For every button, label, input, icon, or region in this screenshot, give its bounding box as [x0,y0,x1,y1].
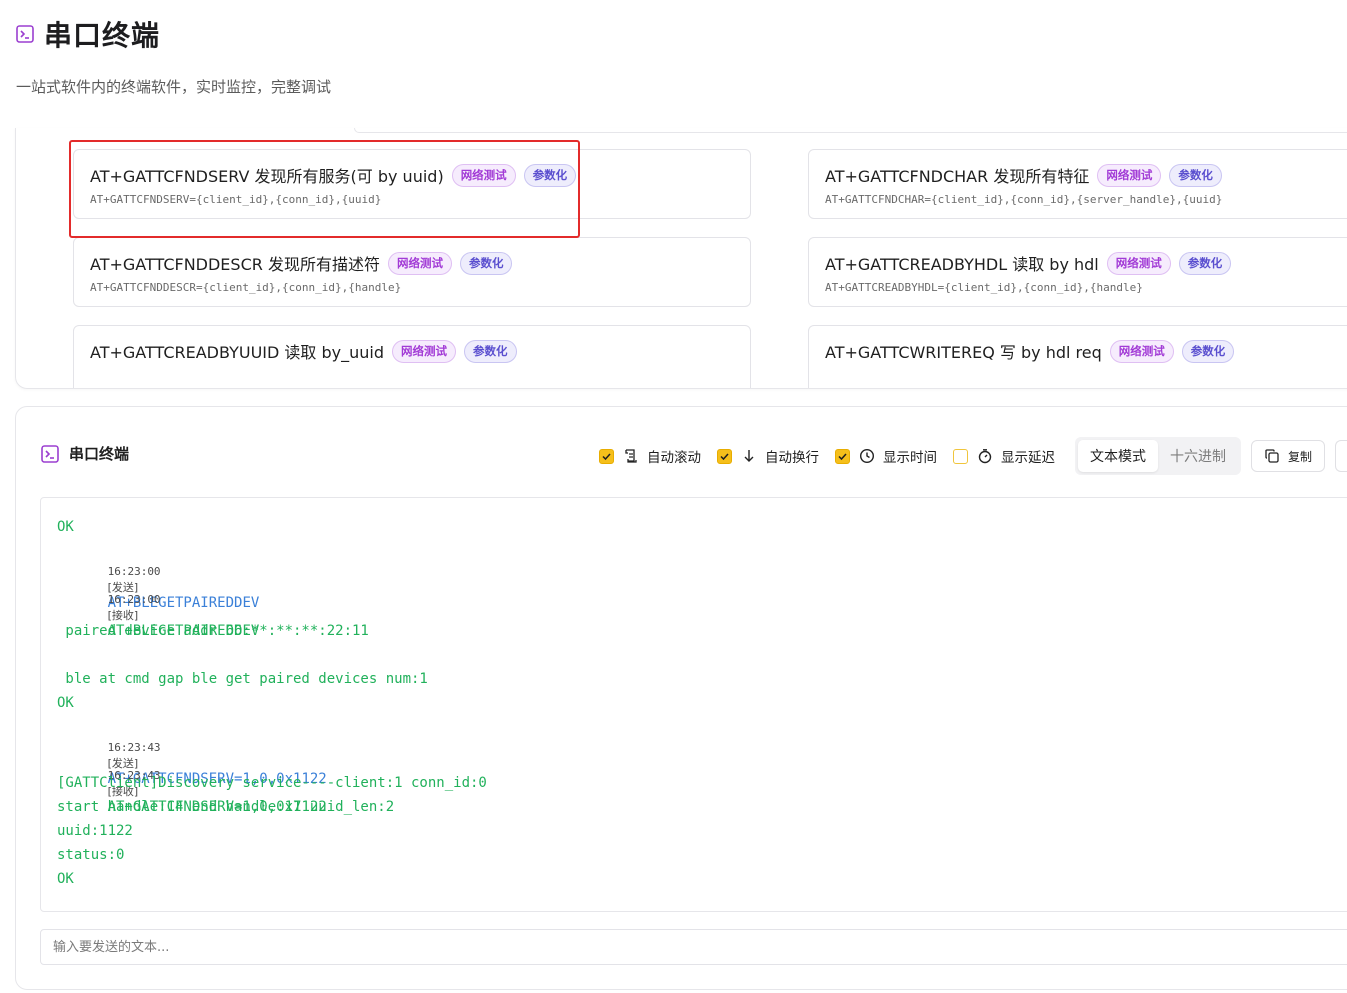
command-name: AT+GATTCREADBYUUID 读取 by_uuid [90,343,384,362]
arrow-down-icon [741,448,757,464]
command-name: AT+GATTCFNDCHAR 发现所有特征 [825,167,1090,186]
auto-wrap-label: 自动换行 [765,450,819,466]
output-line-receive: 16:23:00 [接收] AT+BLEGETPAIREDDEV [57,575,260,655]
terminal-header: 串口终端 [41,443,129,464]
page-header: 串口终端 [16,14,160,54]
tag-network-test: 网络测试 [387,251,452,275]
tag-network-test: 网络测试 [1109,339,1174,363]
command-card-gattcfnddescr[interactable]: AT+GATTCFNDDESCR 发现所有描述符 网络测试 参数化 AT+GAT… [73,237,751,307]
clock-icon [859,448,875,464]
panel-top-divider [354,128,1347,133]
show-latency-label: 显示延迟 [1001,450,1055,466]
auto-scroll-label: 自动滚动 [647,450,701,466]
copy-icon [1264,448,1280,464]
tag-parameterized: 参数化 [1169,163,1222,187]
output-line: [GATTClient]Discovery service----client:… [57,775,487,791]
command-name: AT+GATTCFNDSERV 发现所有服务(可 by uuid) [90,167,444,186]
send-text-input[interactable] [40,929,1347,965]
show-time-checkbox[interactable] [835,448,850,464]
hex-mode-button[interactable]: 十六进制 [1158,440,1238,472]
terminal-output[interactable]: OK 16:23:00 [发送] AT+BLEGETPAIREDDEV 16:2… [40,497,1347,912]
timestamp: 16:23:00 [107,593,161,606]
output-line: uuid:1122 [57,823,133,839]
tag-network-test: 网络测试 [392,339,456,363]
terminal-title: 串口终端 [69,445,130,463]
page-title: 串口终端 [44,19,161,52]
tag-network-test: 网络测试 [1097,163,1162,187]
direction-tag: [接收] [107,609,139,622]
option-auto-scroll[interactable]: 自动滚动 [599,446,701,466]
auto-wrap-checkbox[interactable] [717,448,732,464]
timer-icon [977,448,993,464]
command-card-gattcfndserv[interactable]: AT+GATTCFNDSERV 发现所有服务(可 by uuid) 网络测试 参… [73,149,751,219]
command-card-gattcfndchar[interactable]: AT+GATTCFNDCHAR 发现所有特征 网络测试 参数化 AT+GATTC… [808,149,1347,219]
terminal-icon [41,444,59,463]
command-name: AT+GATTCFNDDESCR 发现所有描述符 [90,255,380,274]
output-line: paired device addr 66:**:**:**:22:11 [57,623,369,639]
text-mode-button[interactable]: 文本模式 [1078,440,1158,472]
command-card-gattcreadbyhdl[interactable]: AT+GATTCREADBYHDL 读取 by hdl 网络测试 参数化 AT+… [808,237,1347,307]
output-line-receive: 16:23:43 [接收] AT+GATTCFNDSERV=1,0,0x1122 [57,751,327,831]
scroll-icon [623,448,639,464]
tag-parameterized: 参数化 [459,251,513,275]
command-name: AT+GATTCWRITEREQ 写 by hdl req [825,343,1102,362]
output-line: OK [57,519,74,535]
show-time-label: 显示时间 [883,450,937,466]
command-template: AT+GATTCREADBYHDL={client_id},{conn_id},… [825,281,1143,294]
command-list-panel: AT+GATTCFNDSERV 发现所有服务(可 by uuid) 网络测试 参… [15,128,1347,389]
terminal-toolbar: 自动滚动 自动换行 显示时间 显示延迟 文本模式 十六进制 复制 [599,437,1347,475]
command-template: AT+GATTCFNDSERV={client_id},{conn_id},{u… [90,193,382,206]
terminal-panel: 串口终端 自动滚动 自动换行 显示时间 显示延迟 文本模式 十六进制 复制 OK… [15,406,1347,990]
command-card-gattcreadbyuuid[interactable]: AT+GATTCREADBYUUID 读取 by_uuid 网络测试 参数化 [73,325,751,388]
display-mode-toggle: 文本模式 十六进制 [1075,437,1241,475]
output-line: OK [57,695,74,711]
option-auto-wrap[interactable]: 自动换行 [717,446,819,466]
tag-parameterized: 参数化 [1178,251,1232,275]
page-subtitle: 一站式软件内的终端软件，实时监控，完整调试 [16,78,332,96]
command-template: AT+GATTCFNDCHAR={client_id},{conn_id},{s… [825,193,1223,206]
command-template: AT+GATTCFNDDESCR={client_id},{conn_id},{… [90,281,402,294]
copy-label: 复制 [1288,449,1313,464]
output-line: ble at cmd gap ble get paired devices nu… [57,671,428,687]
command-card-gattcwritereq[interactable]: AT+GATTCWRITEREQ 写 by hdl req 网络测试 参数化 [808,325,1347,388]
command-name: AT+GATTCREADBYHDL 读取 by hdl [825,255,1099,274]
tag-network-test: 网络测试 [451,163,516,187]
tag-parameterized: 参数化 [523,163,577,187]
clear-button[interactable] [1335,440,1347,472]
auto-scroll-checkbox[interactable] [599,448,614,464]
output-line: start handle:14 end handle:17 uuid_len:2 [57,799,395,815]
option-show-time[interactable]: 显示时间 [835,446,937,466]
copy-button[interactable]: 复制 [1251,440,1326,472]
terminal-icon [16,25,34,43]
show-latency-checkbox[interactable] [953,448,968,464]
tag-parameterized: 参数化 [464,339,517,363]
tag-network-test: 网络测试 [1106,251,1171,275]
option-show-latency[interactable]: 显示延迟 [953,446,1055,466]
output-line: status:0 [57,847,125,863]
output-line: OK [57,871,74,887]
tag-parameterized: 参数化 [1181,339,1235,363]
